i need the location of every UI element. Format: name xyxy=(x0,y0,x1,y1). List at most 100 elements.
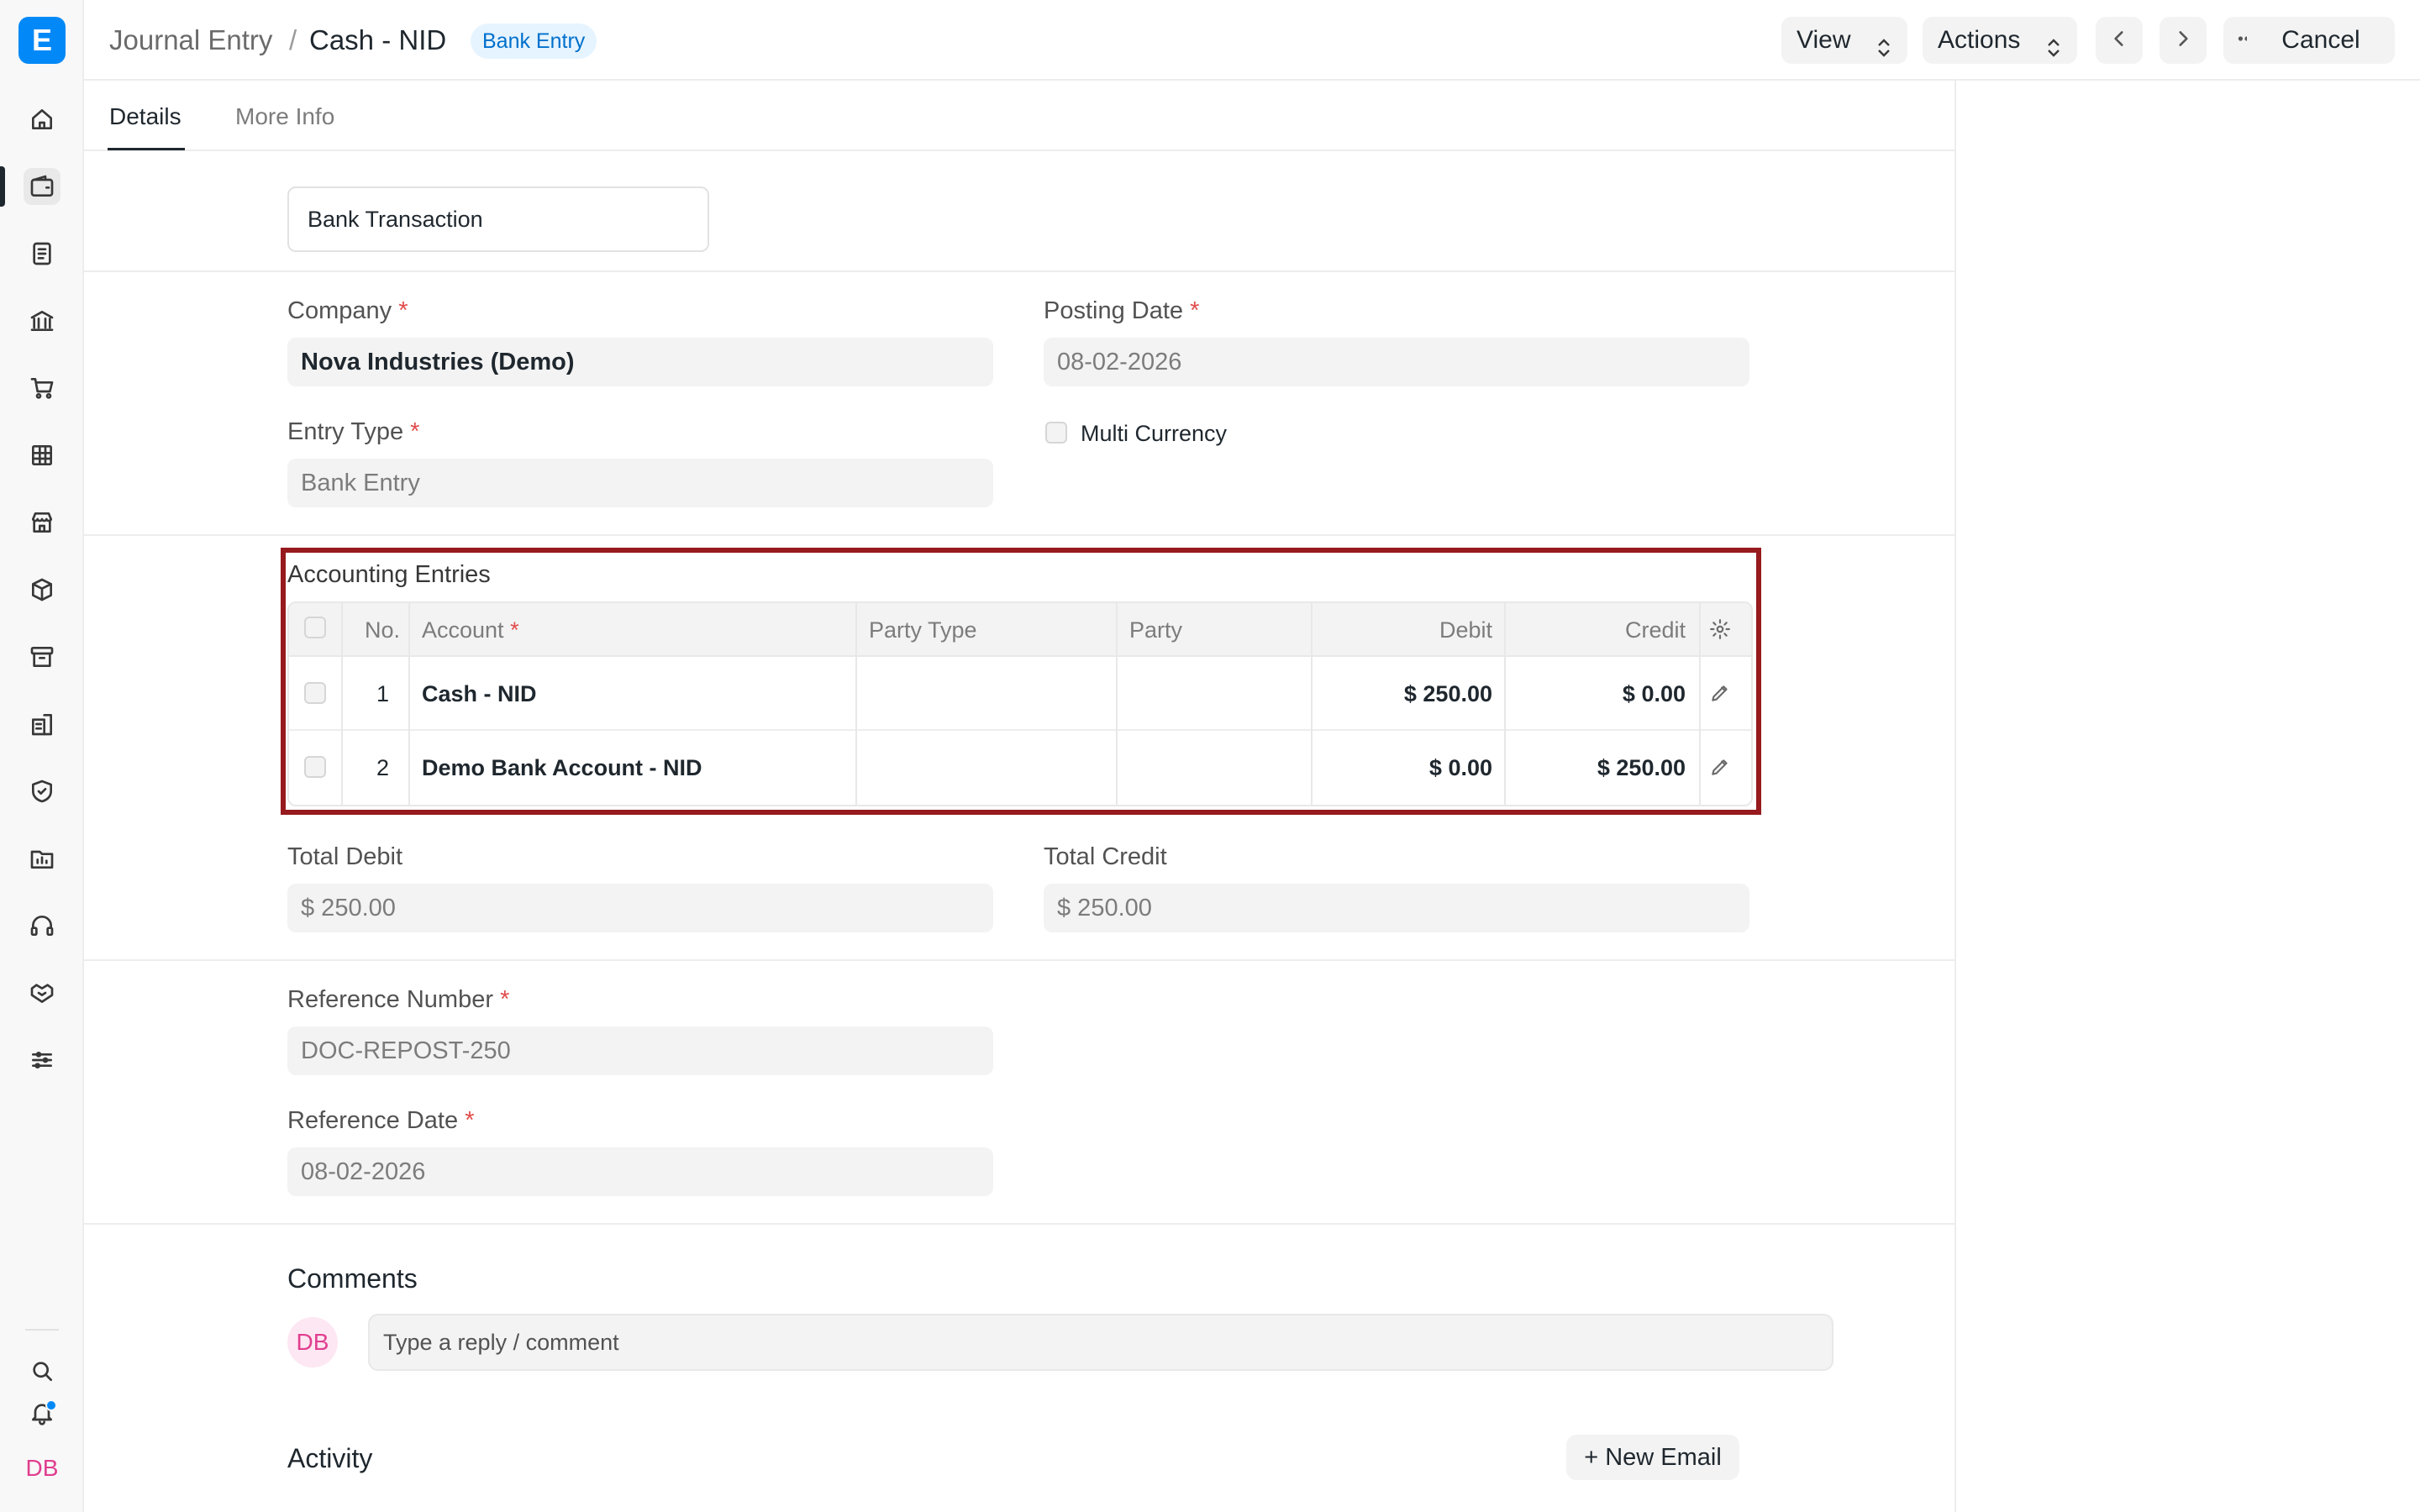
table-icon[interactable] xyxy=(24,437,60,474)
row-credit[interactable]: $ 250.00 xyxy=(1518,753,1686,783)
tab-more-info[interactable]: More Info xyxy=(235,102,334,131)
column-party[interactable]: Party xyxy=(1129,615,1182,645)
company-label-text: Company xyxy=(287,297,392,324)
store-icon[interactable] xyxy=(24,504,60,541)
required-mark: * xyxy=(500,986,510,1013)
view-button-label: View xyxy=(1797,26,1851,54)
column-divider xyxy=(1504,603,1506,805)
folder-chart-icon[interactable] xyxy=(24,840,60,877)
archive-icon[interactable] xyxy=(24,638,60,675)
search-icon[interactable] xyxy=(24,1352,60,1389)
entry-type-field[interactable]: Bank Entry xyxy=(287,459,993,507)
breadcrumb-parent[interactable]: Journal Entry xyxy=(109,24,272,57)
row-credit[interactable]: $ 0.00 xyxy=(1518,679,1686,709)
chevron-up-down-icon xyxy=(1874,29,1894,57)
row-debit[interactable]: $ 0.00 xyxy=(1324,753,1492,783)
voucher-type-field[interactable]: Bank Transaction xyxy=(287,186,709,252)
row-no: 2 xyxy=(376,755,390,780)
shield-icon[interactable] xyxy=(24,773,60,810)
building-icon[interactable] xyxy=(24,706,60,743)
sidebar: E DB xyxy=(0,0,84,1512)
column-divider xyxy=(408,603,410,805)
active-tab-underline xyxy=(108,148,185,150)
home-icon[interactable] xyxy=(24,101,60,138)
tab-details[interactable]: Details xyxy=(109,102,182,131)
edit-row-icon[interactable] xyxy=(1709,682,1731,708)
table-header: No. Account * Party Type Party Debit Cre… xyxy=(289,603,1751,657)
column-account[interactable]: Account * xyxy=(422,615,519,645)
total-credit-label: Total Credit xyxy=(1044,843,1167,870)
column-settings-icon[interactable] xyxy=(1709,618,1731,644)
view-button[interactable]: View xyxy=(1781,17,1907,64)
row-checkbox[interactable] xyxy=(304,756,326,778)
select-all-checkbox[interactable] xyxy=(304,617,326,638)
column-debit[interactable]: Debit xyxy=(1324,615,1492,645)
posting-date-field[interactable]: 08-02-2026 xyxy=(1044,338,1749,386)
section-divider xyxy=(84,1223,1956,1225)
column-credit[interactable]: Credit xyxy=(1518,615,1686,645)
required-mark: * xyxy=(510,617,519,643)
chevron-up-down-icon xyxy=(2044,29,2064,57)
reference-number-label-text: Reference Number xyxy=(287,986,493,1013)
posting-date-label: Posting Date * xyxy=(1044,296,1199,326)
reference-date-label-text: Reference Date xyxy=(287,1107,459,1134)
handshake-icon[interactable] xyxy=(24,974,60,1011)
column-no: No. xyxy=(365,617,401,643)
accounting-entries-table: No. Account * Party Type Party Debit Cre… xyxy=(287,601,1753,806)
section-divider xyxy=(84,270,1956,272)
activity-heading: Activity xyxy=(287,1443,373,1473)
column-divider xyxy=(855,603,857,805)
entry-type-label: Entry Type * xyxy=(287,417,419,447)
next-button[interactable] xyxy=(2160,17,2207,64)
bank-icon[interactable] xyxy=(24,302,60,339)
chevron-left-icon xyxy=(2108,28,2130,54)
sidebar-divider xyxy=(25,1329,59,1331)
column-party-type[interactable]: Party Type xyxy=(869,615,977,645)
row-account[interactable]: Demo Bank Account - NID xyxy=(422,753,702,783)
multi-currency-label: Multi Currency xyxy=(1081,421,1228,446)
company-field[interactable]: Nova Industries (Demo) xyxy=(287,338,993,386)
total-credit-field: $ 250.00 xyxy=(1044,884,1749,932)
previous-button[interactable] xyxy=(2096,17,2143,64)
breadcrumb-separator: / xyxy=(289,24,297,55)
new-email-button[interactable]: + New Email xyxy=(1566,1435,1739,1480)
total-debit-label: Total Debit xyxy=(287,843,403,870)
reference-number-field[interactable]: DOC-REPOST-250 xyxy=(287,1026,993,1075)
row-account[interactable]: Cash - NID xyxy=(422,679,537,709)
cart-icon[interactable] xyxy=(24,370,60,407)
app-logo[interactable]: E xyxy=(18,17,66,64)
wallet-icon[interactable] xyxy=(24,168,60,205)
page-title: Cash - NID xyxy=(309,24,447,55)
row-no: 1 xyxy=(376,681,390,706)
multi-currency-checkbox[interactable] xyxy=(1045,422,1067,444)
reference-number-label: Reference Number * xyxy=(287,984,509,1015)
table-row[interactable]: 1 Cash - NID $ 250.00 $ 0.00 xyxy=(289,657,1751,731)
column-divider xyxy=(1116,603,1118,805)
active-nav-indicator xyxy=(0,166,5,207)
page-header: Journal Entry / Cash - NID Bank Entry Vi… xyxy=(84,0,2420,81)
sliders-icon[interactable] xyxy=(24,1042,60,1079)
comment-input[interactable]: Type a reply / comment xyxy=(368,1314,1833,1371)
row-checkbox[interactable] xyxy=(304,682,326,704)
actions-button[interactable]: Actions xyxy=(1923,17,2077,64)
actions-button-label: Actions xyxy=(1938,26,2021,54)
required-mark: * xyxy=(465,1107,475,1134)
table-row[interactable]: 2 Demo Bank Account - NID $ 0.00 $ 250.0… xyxy=(289,731,1751,805)
row-debit[interactable]: $ 250.00 xyxy=(1324,679,1492,709)
required-mark: * xyxy=(398,297,408,324)
headset-icon[interactable] xyxy=(24,907,60,944)
column-divider xyxy=(341,603,343,805)
edit-row-icon[interactable] xyxy=(1709,756,1731,782)
section-divider xyxy=(84,534,1956,536)
status-badge: Bank Entry xyxy=(471,24,597,59)
reference-date-field[interactable]: 08-02-2026 xyxy=(287,1147,993,1196)
posting-date-label-text: Posting Date xyxy=(1044,297,1184,324)
box-icon[interactable] xyxy=(24,571,60,608)
column-divider xyxy=(1699,603,1701,805)
column-account-text: Account xyxy=(422,617,504,643)
cancel-button[interactable]: Cancel xyxy=(2247,17,2395,64)
user-avatar[interactable]: DB xyxy=(22,1448,62,1488)
company-label: Company * xyxy=(287,296,408,326)
chevron-right-icon xyxy=(2172,28,2194,54)
document-icon[interactable] xyxy=(24,235,60,272)
